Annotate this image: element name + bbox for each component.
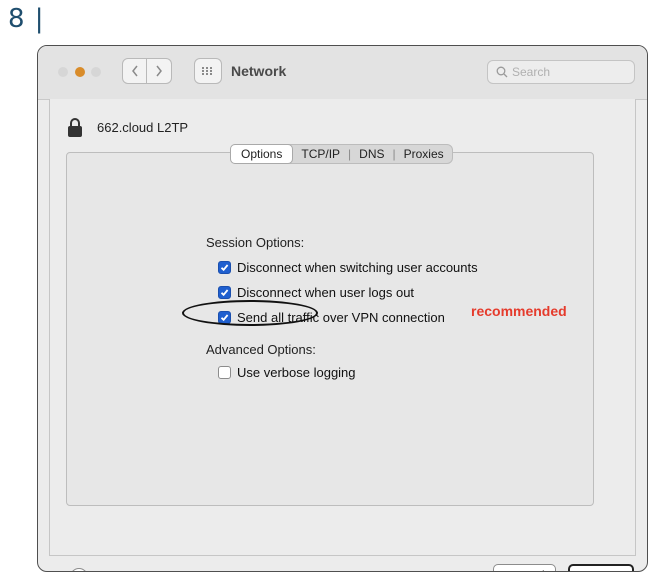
show-all-button[interactable] <box>194 58 222 84</box>
checkbox-checked-icon[interactable] <box>218 286 231 299</box>
tab-tcpip[interactable]: TCP/IP <box>293 145 348 163</box>
network-preferences-window: Network 662.cloud L2TP Options TCP/IP | … <box>37 45 648 572</box>
option-label: Disconnect when user logs out <box>237 285 415 300</box>
tab-options[interactable]: Options <box>230 144 294 164</box>
session-options-heading: Session Options: <box>206 235 305 250</box>
tab-dns[interactable]: DNS <box>351 145 392 163</box>
tab-bar: Options TCP/IP | DNS | Proxies <box>230 144 453 164</box>
page-number: 8 | <box>8 4 45 34</box>
advanced-options-heading: Advanced Options: <box>206 342 316 357</box>
back-button[interactable] <box>122 58 147 84</box>
checkbox-checked-icon[interactable] <box>218 311 231 324</box>
disconnect-switching-users-option[interactable]: Disconnect when switching user accounts <box>218 260 478 275</box>
minimize-window-button[interactable] <box>75 67 85 77</box>
chevron-left-icon <box>131 65 138 77</box>
title-bar: Network <box>38 46 647 100</box>
window-title: Network <box>231 63 287 79</box>
disconnect-user-logs-out-option[interactable]: Disconnect when user logs out <box>218 285 414 300</box>
help-button[interactable]: ? <box>70 568 88 571</box>
connection-name: 662.cloud L2TP <box>97 120 189 135</box>
checkbox-unchecked-icon[interactable] <box>218 366 231 379</box>
option-label: Disconnect when switching user accounts <box>237 260 478 275</box>
lock-icon <box>68 118 82 137</box>
options-group-box <box>66 152 594 506</box>
recommended-annotation: recommended <box>471 303 567 319</box>
ok-button[interactable]: OK <box>568 564 634 571</box>
forward-button[interactable] <box>147 58 172 84</box>
grid-icon <box>202 67 212 75</box>
tab-proxies[interactable]: Proxies <box>396 145 452 163</box>
content-pane: 662.cloud L2TP Options TCP/IP | DNS | Pr… <box>49 99 636 571</box>
search-input[interactable] <box>512 65 622 79</box>
option-label: Use verbose logging <box>237 365 356 380</box>
verbose-logging-option[interactable]: Use verbose logging <box>218 365 356 380</box>
checkbox-checked-icon[interactable] <box>218 261 231 274</box>
zoom-window-button[interactable] <box>91 67 101 77</box>
search-icon <box>496 66 508 78</box>
send-all-traffic-option[interactable]: Send all traffic over VPN connection <box>218 310 445 325</box>
chevron-right-icon <box>156 65 162 77</box>
cancel-button[interactable]: Cancel <box>493 564 556 571</box>
option-label: Send all traffic over VPN connection <box>237 310 445 325</box>
close-window-button[interactable] <box>58 67 68 77</box>
search-field[interactable] <box>487 60 635 84</box>
